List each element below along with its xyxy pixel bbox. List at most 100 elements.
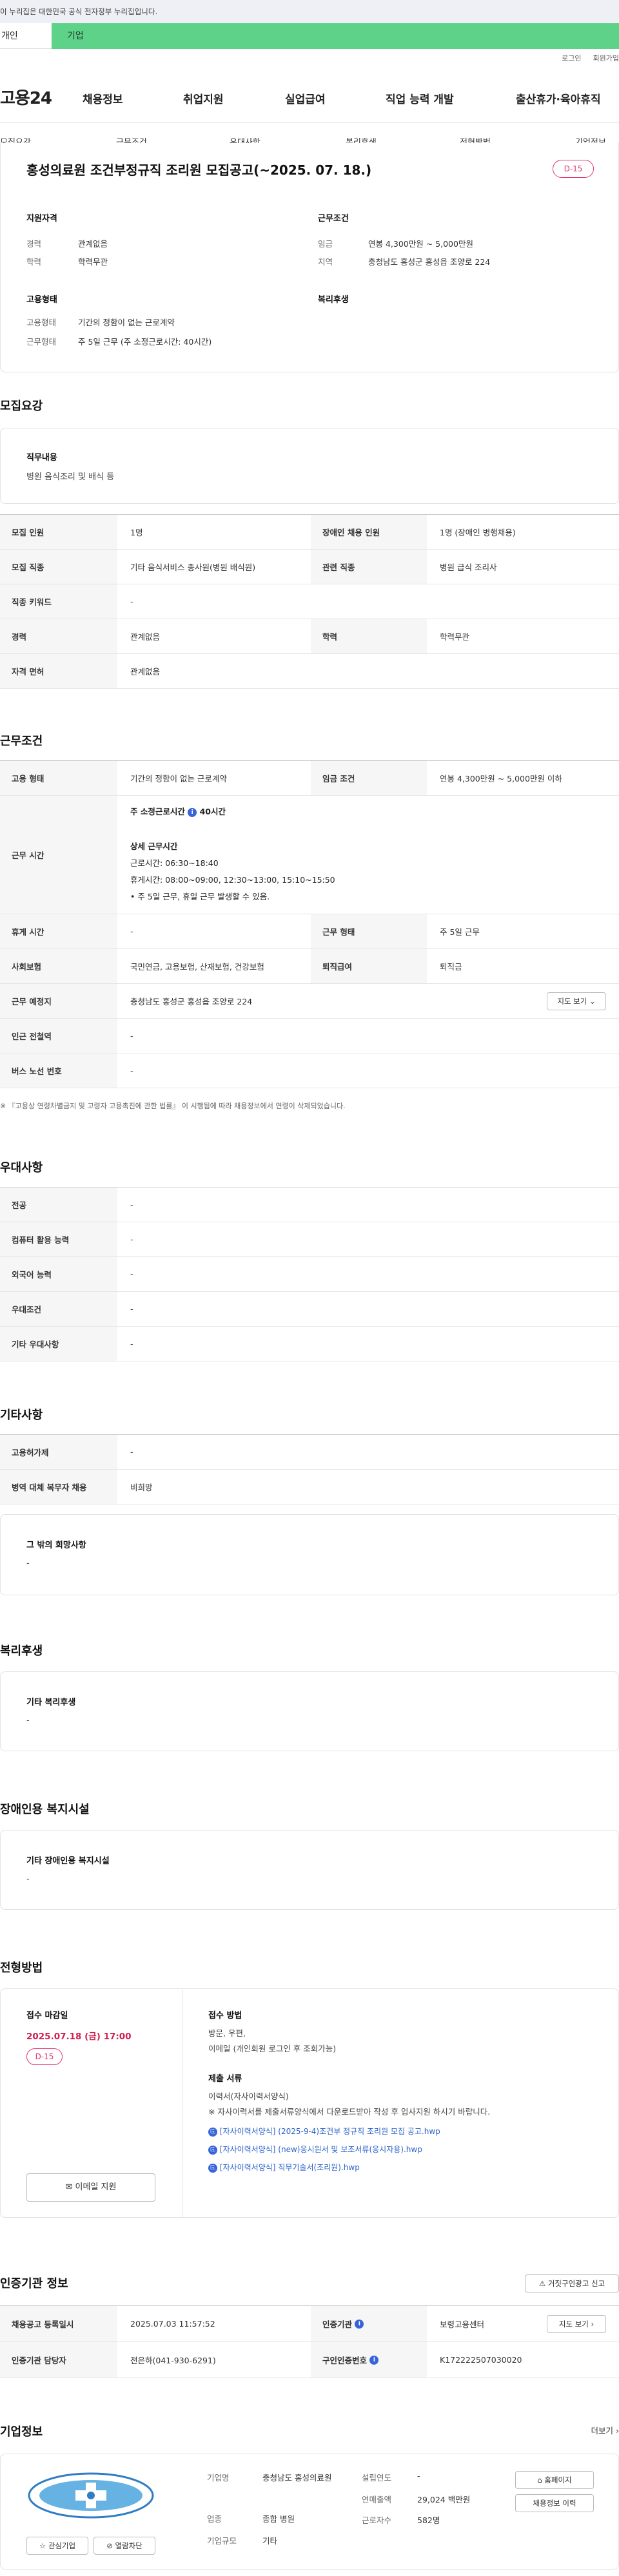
homepage-label: 홈페이지 — [544, 2475, 572, 2485]
other-wishes-box: 그 밖의 희망사항 - — [0, 1514, 619, 1595]
hours-cell: 주 소정근로시간 i 40시간 상세 근무시간 근로시간: 06:30~18:4… — [117, 796, 619, 914]
cell-value: - — [130, 1304, 133, 1314]
chevron-down-icon: ⌄ — [589, 997, 596, 1006]
cell-label: 모집 직종 — [0, 550, 117, 584]
signup-link[interactable]: 회원가입 — [593, 53, 619, 63]
agency-table: 채용공고 등록일시 2025.07.03 11:57:52 인증기관 i 보령고… — [0, 2305, 619, 2378]
tab-business[interactable]: 기업 — [52, 23, 619, 49]
welfare-heading: 복리후생 — [318, 295, 349, 305]
age-law-note: ※ 『고용상 연령차별금지 및 고령자 고용촉진에 관한 법률』 이 시행됨에 … — [0, 1102, 346, 1110]
attachment-link[interactable]: ⎘ [자사이력서양식] (new)응시원서 및 보조서류(응시자용).hwp — [208, 2144, 422, 2155]
block-label: 열람차단 — [115, 2541, 142, 2550]
emp-heading: 고용형태 — [26, 295, 57, 305]
gnb-item-training[interactable]: 직업 능력 개발 — [386, 90, 454, 106]
cell-label: 구인인증번호 i — [311, 2342, 427, 2378]
cell-label: 우대조건 — [0, 1292, 117, 1326]
cell-value: - — [130, 1200, 133, 1209]
founded-value: - — [417, 2471, 420, 2481]
attachment-link[interactable]: ⎘ [자사이력서양식] (2025-9-4)조건부 정규직 조리원 모집 공고.… — [208, 2126, 440, 2137]
duty-title: 직무내용 — [26, 453, 57, 463]
hours-rest: 휴게시간: 08:00~09:00, 12:30~13:00, 15:10~15… — [130, 875, 335, 885]
welfare-box: 기타 복리후생 - — [0, 1671, 619, 1751]
welfare-title: 기타 복리후생 — [26, 1698, 76, 1707]
cell-label: 버스 노선 번호 — [0, 1053, 117, 1088]
cell-label: 고용 형태 — [0, 761, 117, 795]
tab-individual[interactable]: 개인 — [0, 23, 52, 49]
block-view-button[interactable]: ⊘ 열람차단 — [93, 2537, 155, 2555]
cell-label: 학력 — [311, 619, 427, 653]
other-wishes-title: 그 밖의 희망사항 — [26, 1541, 86, 1550]
cell-value: - — [130, 1269, 133, 1279]
method-line1: 방문, 우편, — [208, 2028, 246, 2038]
agency-map-button[interactable]: 지도 보기 › — [547, 2315, 606, 2333]
qual-heading: 지원자격 — [26, 214, 57, 224]
emptype-label: 고용형태 — [26, 318, 57, 327]
job-title: 홍성의료원 조건부정규직 조리원 모집공고(~2025. 07. 18.) — [26, 162, 372, 178]
map-button[interactable]: 지도 보기 ⌄ — [547, 992, 606, 1010]
info-icon[interactable]: i — [355, 2319, 364, 2329]
cell-label: 모집 인원 — [0, 515, 117, 549]
info-icon[interactable]: i — [188, 807, 197, 817]
cell-value: - — [130, 1447, 133, 1457]
login-link[interactable]: 로그인 — [562, 53, 581, 63]
deadline-date: 2025.07.18 (금) 17:00 — [26, 2032, 132, 2042]
conditions-table: 고용 형태 기간의 정함이 없는 근로계약 임금 조건 연봉 4,300만원 ~… — [0, 760, 619, 1088]
gnb-item-unemployment-benefit[interactable]: 실업급여 — [285, 90, 326, 106]
attachment-icon: ⎘ — [208, 2127, 217, 2137]
disabled-title: 기타 장애인용 복지시설 — [26, 1856, 110, 1866]
more-link[interactable]: 더보기 › — [591, 2424, 619, 2436]
job-history-button[interactable]: 채용정보 이력 — [515, 2494, 594, 2512]
cell-value: 전은하(041-930-6291) — [130, 2356, 216, 2365]
table-row: 고용 형태 기간의 정함이 없는 근로계약 임금 조건 연봉 4,300만원 ~… — [0, 761, 619, 796]
screening-heading: 전형방법 — [0, 1961, 43, 1975]
job-history-label: 채용정보 이력 — [533, 2499, 576, 2508]
duty-text: 병원 음식조리 및 배식 등 — [26, 472, 115, 482]
cell-value: 충청남도 홍성군 홍성읍 조양로 224 — [130, 997, 253, 1006]
site-logo[interactable]: 고용24 — [0, 85, 52, 109]
cell-label: 휴게 시간 — [0, 914, 117, 948]
homepage-button[interactable]: ⌂ 홈페이지 — [515, 2471, 594, 2489]
weekly-hours-value: 40시간 — [199, 807, 226, 816]
worktype-label: 근무형태 — [26, 337, 57, 347]
gnb-item-employment-support[interactable]: 취업지원 — [183, 90, 224, 106]
mail-icon: ✉ — [65, 2182, 73, 2192]
table-row: 외국어 능력 - — [0, 1257, 619, 1292]
recruit-table: 모집 인원 1명 장애인 채용 인원 1명 (장애인 병행채용) 모집 직종 기… — [0, 514, 619, 689]
scale-label: 기업규모 — [207, 2536, 237, 2546]
table-row: 병역 대체 복무자 채용 비희망 — [0, 1470, 619, 1504]
gnb-item-parental-leave[interactable]: 출산휴가·육아휴직 — [516, 90, 601, 106]
docs-title: 제출 서류 — [208, 2074, 242, 2084]
gnb-item-jobs[interactable]: 채용정보 — [83, 90, 123, 106]
email-apply-button[interactable]: ✉ 이메일 지원 — [26, 2173, 155, 2202]
attachment-name: [자사이력서양식] 직무기술서(조리원).hwp — [219, 2163, 360, 2172]
company-card: ☆ 관심기업 ⊘ 열람차단 기업명 충청남도 홍성의료원 업종 종합 병원 기업… — [0, 2454, 619, 2570]
weekly-hours: 주 소정근로시간 i 40시간 — [130, 805, 226, 817]
report-fake-ad-button[interactable]: ⚠ 거짓구인광고 신고 — [525, 2274, 619, 2292]
block-icon: ⊘ — [106, 2541, 113, 2550]
home-icon: ⌂ — [537, 2475, 542, 2485]
sales-value: 29,024 백만원 — [417, 2495, 471, 2504]
company-name-label: 기업명 — [207, 2473, 230, 2483]
job-summary-card: 홍성의료원 조건부정규직 조리원 모집공고(~2025. 07. 18.) D-… — [0, 143, 619, 372]
cell-label: 인증기관 담당자 — [0, 2342, 117, 2378]
email-apply-label: 이메일 지원 — [75, 2182, 117, 2192]
career-value: 관계없음 — [78, 239, 108, 249]
info-icon[interactable]: i — [369, 2355, 379, 2365]
cell-label: 병역 대체 복무자 채용 — [0, 1470, 117, 1504]
cell-value: 국민연금, 고용보험, 산재보험, 건강보험 — [130, 962, 264, 972]
cell-value: 1명 — [130, 528, 143, 537]
attachment-link[interactable]: ⎘ [자사이력서양식] 직무기술서(조리원).hwp — [208, 2162, 360, 2173]
dday-badge: D-15 — [26, 2048, 63, 2065]
agency-map-label: 지도 보기 — [558, 2320, 589, 2329]
cell-label: 채용공고 등록일시 — [0, 2306, 117, 2341]
star-icon: ☆ — [39, 2541, 46, 2550]
weekly-hours-label: 주 소정근로시간 — [130, 807, 185, 816]
docs-line2: ※ 자사이력서를 제출서류양식에서 다운로드받아 작성 후 입사지원 하시기 바… — [208, 2107, 491, 2117]
recruit-heading: 모집요강 — [0, 399, 43, 413]
docs-line1: 이력서(자사이력서양식) — [208, 2091, 289, 2101]
cell-label: 장애인 채용 인원 — [311, 515, 427, 549]
cell-label: 고용허가제 — [0, 1435, 117, 1469]
screening-box: 접수 마감일 2025.07.18 (금) 17:00 D-15 ✉ 이메일 지… — [0, 1988, 619, 2218]
cell-value: 비희망 — [130, 1483, 153, 1492]
favorite-company-button[interactable]: ☆ 관심기업 — [26, 2537, 88, 2555]
